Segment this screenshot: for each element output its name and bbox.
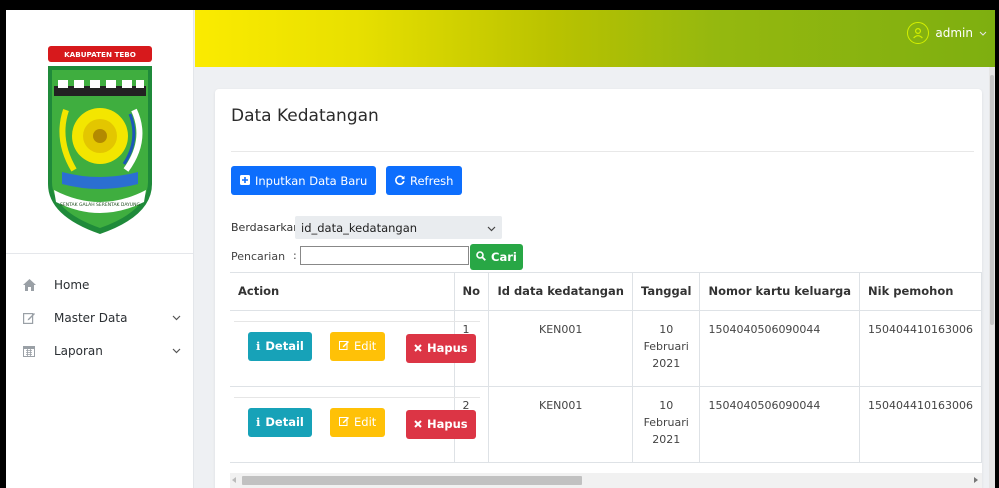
col-header-nik: Nik pemohon — [859, 273, 982, 311]
cell-nik: 150404410163006 — [859, 386, 982, 463]
delete-button[interactable]: Hapus — [406, 333, 476, 363]
delete-label: Hapus — [427, 341, 468, 355]
info-icon: i — [256, 415, 261, 429]
action-group: i Detail Edit Hapus — [234, 320, 480, 381]
refresh-label: Refresh — [410, 173, 454, 188]
col-header-no: No — [454, 273, 490, 311]
close-icon — [414, 417, 422, 431]
cell-kk: 1504040506090044 — [699, 310, 860, 387]
cell-id: KEN001 — [488, 310, 633, 387]
svg-text:SENTAK GALAH SERENTAK DAYUNG: SENTAK GALAH SERENTAK DAYUNG — [60, 202, 140, 208]
filter-select[interactable]: id_data_kedatangan — [295, 216, 502, 239]
search-label: Pencarian — [231, 250, 286, 263]
filter-label: Berdasarkan: — [231, 221, 304, 234]
home-icon — [22, 278, 36, 292]
edit-icon — [339, 339, 349, 353]
top-navbar: admin — [195, 10, 995, 67]
detail-label: Detail — [265, 339, 304, 353]
refresh-icon — [395, 174, 405, 188]
calendar-icon — [22, 344, 36, 358]
edit-icon — [22, 311, 36, 325]
table-row: i Detail Edit — [230, 310, 982, 387]
main-card: Data Kedatangan Inputkan Data Baru Refre… — [215, 89, 982, 488]
user-avatar-icon — [907, 22, 930, 44]
sidebar: KABUPATEN TEBO SENTAK GALAH SERENTAK DAY… — [6, 10, 194, 488]
chevron-down-icon — [171, 346, 181, 356]
scroll-right-arrow-icon[interactable] — [974, 477, 978, 483]
search-label-colon: : — [293, 249, 297, 262]
edit-icon — [339, 415, 349, 429]
sidebar-item-label: Home — [54, 277, 90, 292]
page-scrollbar-thumb[interactable] — [990, 75, 994, 325]
sidebar-item-label: Master Data — [54, 310, 128, 325]
scrollbar-thumb[interactable] — [242, 476, 582, 485]
tanggal-day: 10 — [659, 322, 674, 336]
info-icon: i — [256, 339, 261, 353]
divider — [231, 151, 974, 152]
cell-id: KEN001 — [488, 386, 633, 463]
user-menu[interactable]: admin — [907, 22, 987, 44]
edit-label: Edit — [354, 339, 377, 353]
filter-select-value: id_data_kedatangan — [301, 220, 418, 235]
kabupaten-tebo-logo: KABUPATEN TEBO SENTAK GALAH SERENTAK DAY… — [48, 46, 152, 234]
col-header-action: Action — [230, 273, 455, 311]
refresh-button[interactable]: Refresh — [386, 166, 463, 195]
col-header-id: Id data kedatangan — [488, 273, 633, 311]
close-icon — [414, 341, 422, 355]
cell-tanggal: 10 Februari 2021 — [632, 310, 701, 387]
delete-button[interactable]: Hapus — [406, 409, 476, 439]
search-input[interactable] — [300, 246, 469, 265]
search-icon — [476, 250, 486, 264]
sidebar-item-laporan[interactable]: Laporan — [6, 334, 193, 367]
delete-label: Hapus — [427, 417, 468, 431]
col-header-tanggal: Tanggal — [632, 273, 701, 311]
table-horizontal-scrollbar[interactable] — [230, 473, 982, 488]
cell-kk: 1504040506090044 — [699, 386, 860, 463]
detail-button[interactable]: i Detail — [248, 407, 312, 437]
tanggal-year: 2021 — [652, 432, 681, 446]
cell-tanggal: 10 Februari 2021 — [632, 386, 701, 463]
app-window: KABUPATEN TEBO SENTAK GALAH SERENTAK DAY… — [6, 10, 995, 488]
tanggal-year: 2021 — [652, 356, 681, 370]
svg-text:KABUPATEN TEBO: KABUPATEN TEBO — [64, 50, 136, 59]
plus-square-icon — [240, 174, 250, 188]
action-group: i Detail Edit Hapus — [234, 396, 480, 457]
row-actions: i Detail Edit Hapus — [230, 310, 480, 387]
detail-label: Detail — [265, 415, 304, 429]
row-actions: i Detail Edit Hapus — [230, 386, 480, 463]
sidebar-item-label: Laporan — [54, 343, 103, 358]
tanggal-month: Februari — [643, 415, 689, 429]
sidebar-nav: Home Master Data Laporan — [6, 254, 193, 367]
scroll-left-arrow-icon[interactable] — [232, 477, 236, 483]
table-row: i Detail Edit — [230, 386, 982, 463]
add-new-data-button[interactable]: Inputkan Data Baru — [231, 166, 377, 195]
cell-nik: 150404410163006 — [859, 310, 982, 387]
chevron-down-icon — [171, 313, 181, 323]
edit-label: Edit — [354, 415, 377, 429]
page-title: Data Kedatangan — [231, 106, 379, 126]
logo-area: KABUPATEN TEBO SENTAK GALAH SERENTAK DAY… — [6, 10, 193, 254]
sidebar-item-master-data[interactable]: Master Data — [6, 301, 193, 334]
col-header-kk: Nomor kartu keluarga — [699, 273, 860, 311]
tanggal-day: 10 — [659, 398, 674, 412]
page-scrollbar[interactable] — [989, 67, 995, 488]
chevron-down-icon — [487, 221, 496, 235]
search-button[interactable]: Cari — [470, 244, 523, 270]
data-table: Action No Id data kedatangan Tanggal Nom… — [230, 273, 982, 463]
edit-button[interactable]: Edit — [330, 407, 386, 437]
chevron-down-icon — [979, 29, 987, 37]
search-button-label: Cari — [491, 250, 517, 264]
tanggal-month: Februari — [643, 339, 689, 353]
detail-button[interactable]: i Detail — [248, 331, 312, 361]
data-table-wrapper: Action No Id data kedatangan Tanggal Nom… — [230, 272, 982, 472]
table-header-row: Action No Id data kedatangan Tanggal Nom… — [230, 273, 982, 311]
edit-button[interactable]: Edit — [330, 331, 386, 361]
add-new-data-label: Inputkan Data Baru — [255, 173, 368, 188]
user-name: admin — [935, 26, 973, 40]
sidebar-item-home[interactable]: Home — [6, 268, 193, 301]
